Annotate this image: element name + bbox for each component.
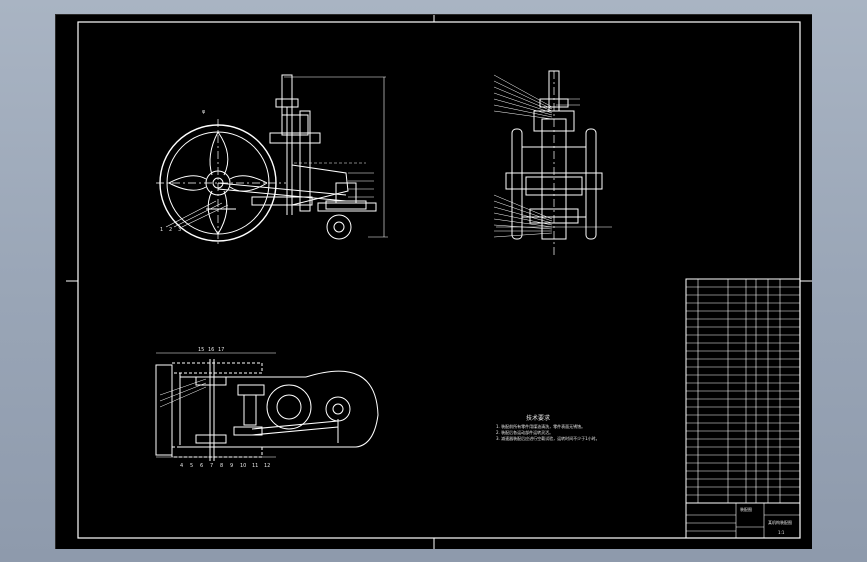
tech-req-item-3: 3. 减速器装配后应进行空载试验，运转时间不少于1小时。 — [496, 435, 600, 441]
plan-balloon-7: 7 — [210, 463, 213, 469]
plan-balloon-5: 5 — [190, 463, 193, 469]
side-view-top-note: φ — [202, 109, 206, 115]
cad-viewport[interactable]: φ 1 2 3 15 16 17 4 5 6 7 8 9 10 11 12 技术… — [55, 14, 812, 549]
parts-list-table — [685, 278, 801, 539]
front-view-balloon-2: 2 — [169, 227, 172, 233]
sheet-border — [66, 15, 812, 549]
plan-balloon-9: 9 — [230, 463, 233, 469]
front-view-balloon-1: 1 — [160, 227, 163, 233]
plan-balloon-10: 10 — [240, 463, 246, 469]
plan-balloon-15: 15 — [198, 347, 204, 353]
plan-view-bottom-balloons: 4 5 6 7 8 9 10 11 12 — [180, 463, 270, 469]
front-view-balloon-3: 3 — [178, 227, 181, 233]
tech-req-title: 技术要求 — [526, 414, 550, 422]
title-block-scale: 1:1 — [778, 530, 785, 535]
assembly-drawing: φ 1 2 3 15 16 17 4 5 6 7 8 9 10 11 12 技术… — [66, 15, 812, 549]
plan-balloon-6: 6 — [200, 463, 203, 469]
front-view-balloons: 1 2 3 — [160, 227, 181, 233]
title-block-org: 装配图 — [740, 506, 752, 512]
plan-view — [155, 352, 379, 461]
plan-balloon-17: 17 — [218, 347, 224, 353]
front-elevation-view — [156, 74, 388, 247]
tech-req-item-2: 2. 装配后各运动部件运转灵活。 — [496, 429, 553, 435]
plan-balloon-4: 4 — [180, 463, 183, 469]
plan-balloon-8: 8 — [220, 463, 223, 469]
title-block-drawing-name: 某机构装配图 — [768, 519, 792, 525]
plan-view-top-balloons: 15 16 17 — [198, 347, 224, 353]
tech-req-item-1: 1. 装配前所有零件用煤油清洗，零件表面无锈蚀。 — [496, 423, 585, 429]
plan-balloon-12: 12 — [264, 463, 270, 469]
plan-balloon-11: 11 — [252, 463, 258, 469]
side-view — [493, 70, 612, 255]
technical-requirements: 技术要求 1. 装配前所有零件用煤油清洗，零件表面无锈蚀。 2. 装配后各运动部… — [496, 414, 600, 441]
plan-balloon-16: 16 — [208, 347, 214, 353]
